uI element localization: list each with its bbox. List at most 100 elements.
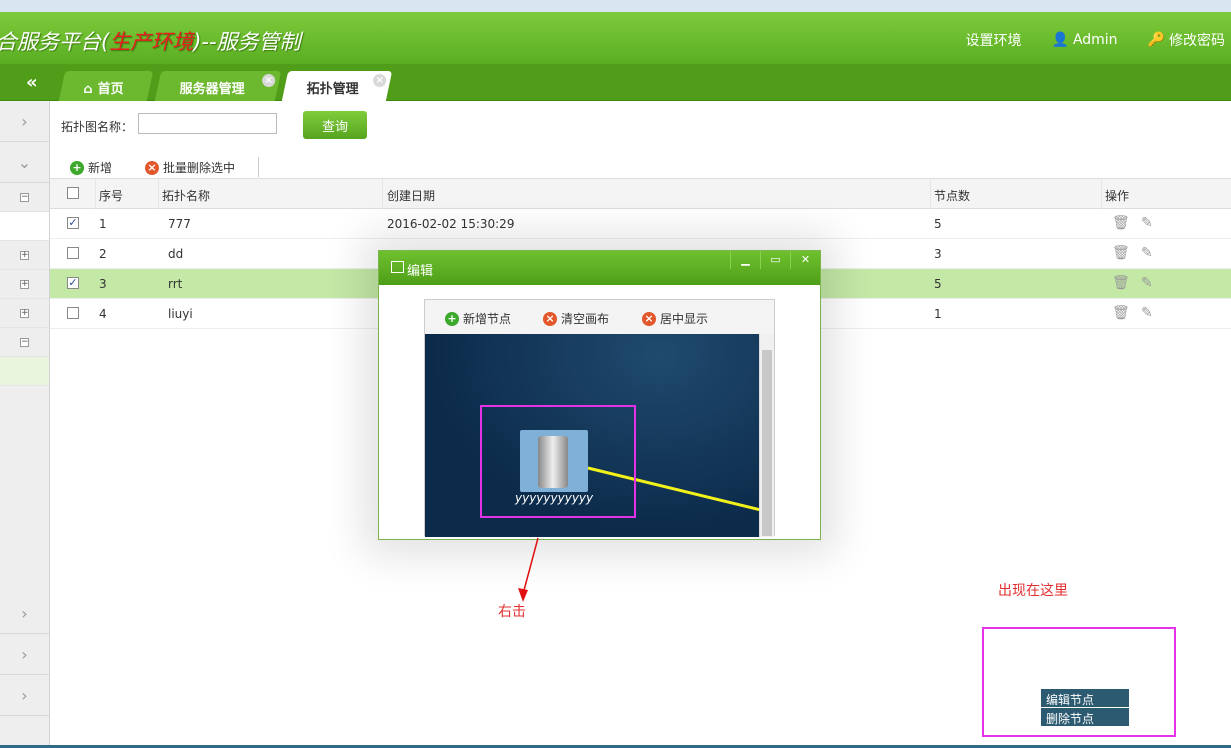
- topology-name-input[interactable]: [138, 113, 277, 134]
- edit-icon[interactable]: ✎: [1141, 246, 1156, 261]
- chevron-right-icon: ›: [21, 111, 28, 131]
- table-icon: [391, 261, 404, 273]
- row-checkbox[interactable]: ✓: [67, 217, 79, 229]
- sidebar-expand-3[interactable]: ›: [0, 634, 49, 675]
- app-header: 合服务平台(生产环境)--服务管制 设置环境 👤 Admin 🔑 修改密码: [0, 12, 1231, 64]
- column-divider: [95, 179, 96, 209]
- cell-name: rrt: [168, 277, 183, 291]
- header-actions: 操作: [1105, 189, 1130, 203]
- chevron-right-icon: ›: [21, 685, 28, 705]
- sidebar-expand-1[interactable]: ›: [0, 101, 49, 142]
- edit-node-menu-item[interactable]: 编辑节点: [1041, 689, 1129, 708]
- row-checkbox[interactable]: ✓: [67, 277, 79, 289]
- add-icon: +: [70, 160, 84, 175]
- chevron-right-icon: ›: [21, 603, 28, 623]
- tree-toggle[interactable]: −: [0, 183, 49, 212]
- editor-toolbar: + 新增节点 × 清空画布 × 居中显示: [425, 300, 774, 334]
- row-checkbox[interactable]: [67, 247, 79, 259]
- trash-icon[interactable]: 🗑: [1112, 276, 1130, 291]
- right-click-note: 右击: [498, 604, 526, 620]
- trash-icon[interactable]: 🗑: [1112, 216, 1130, 231]
- row-checkbox[interactable]: [67, 307, 79, 319]
- cell-name: 777: [168, 217, 191, 231]
- sidebar-collapse[interactable]: ⌄: [0, 142, 49, 183]
- annotation-arrow: [518, 537, 539, 602]
- set-env-link[interactable]: 设置环境: [966, 30, 1022, 50]
- scroll-thumb[interactable]: [762, 350, 772, 536]
- key-icon: 🔑: [1147, 32, 1165, 48]
- header-nodes: 节点数: [934, 189, 971, 203]
- edit-icon[interactable]: ✎: [1141, 276, 1156, 291]
- chevron-down-icon: ⌄: [17, 152, 32, 172]
- tree-item[interactable]: [0, 212, 49, 241]
- delete-icon: ×: [642, 311, 656, 326]
- delete-icon: ×: [543, 311, 557, 326]
- close-icon[interactable]: ×: [373, 74, 387, 87]
- tab-topology-management[interactable]: 拓扑管理 ×: [281, 71, 393, 101]
- close-icon[interactable]: ✕: [790, 251, 820, 269]
- center-display-button[interactable]: × 居中显示: [642, 310, 708, 327]
- tab-home[interactable]: ⌂ 首页: [58, 71, 154, 101]
- collapse-sidebar-icon[interactable]: «: [26, 72, 38, 93]
- dialog-titlebar[interactable]: 编辑 ▁ ▭ ✕: [379, 251, 820, 285]
- edit-icon[interactable]: ✎: [1141, 306, 1156, 321]
- user-icon: 👤: [1051, 32, 1069, 48]
- add-node-button[interactable]: + 新增节点: [445, 310, 511, 327]
- grid-toolbar: + 新增 × 批量删除选中: [50, 153, 1231, 179]
- trash-icon[interactable]: 🗑: [1112, 306, 1130, 321]
- tree-toggle[interactable]: −: [0, 328, 49, 357]
- delete-node-menu-item[interactable]: 删除节点: [1041, 708, 1129, 727]
- context-menu: 编辑节点 删除节点: [1041, 689, 1129, 727]
- add-icon: +: [445, 311, 459, 326]
- cell-no: 3: [99, 277, 107, 291]
- column-divider: [382, 179, 383, 209]
- search-label: 拓扑图名称：: [61, 120, 134, 134]
- change-password-link[interactable]: 🔑 修改密码: [1148, 30, 1225, 50]
- plus-icon: +: [20, 278, 29, 289]
- column-divider: [158, 179, 159, 209]
- user-link[interactable]: 👤 Admin: [1052, 32, 1118, 48]
- edit-icon[interactable]: ✎: [1141, 216, 1156, 231]
- header-name: 拓扑名称: [162, 189, 211, 203]
- cell-nodes: 1: [934, 307, 942, 321]
- trash-icon[interactable]: 🗑: [1112, 246, 1130, 261]
- window-top-strip: [0, 0, 1231, 12]
- query-button[interactable]: 查询: [303, 111, 367, 139]
- close-icon[interactable]: ×: [262, 74, 276, 87]
- table-row[interactable]: ✓ 1 777 2016-02-02 15:30:29 5 🗑 ✎: [50, 209, 1231, 239]
- sidebar: › ⌄ − + + + − › › ›: [0, 101, 50, 748]
- cell-name: dd: [168, 247, 184, 261]
- cell-nodes: 5: [934, 217, 942, 231]
- cell-nodes: 3: [934, 247, 942, 261]
- cell-name: liuyi: [168, 307, 193, 321]
- tab-server-management[interactable]: 服务器管理 ×: [154, 71, 282, 101]
- tree-item-selected[interactable]: [0, 357, 49, 386]
- plus-icon: +: [20, 307, 29, 318]
- clear-canvas-button[interactable]: × 清空画布: [543, 310, 609, 327]
- appears-here-note: 出现在这里: [998, 583, 1068, 599]
- minimize-icon[interactable]: ▁: [730, 251, 760, 269]
- sidebar-expand-2[interactable]: ›: [0, 593, 49, 634]
- select-all-checkbox[interactable]: [67, 187, 79, 199]
- tree-toggle[interactable]: +: [0, 299, 49, 328]
- chevron-right-icon: ›: [21, 644, 28, 664]
- add-button[interactable]: + 新增: [70, 159, 112, 176]
- dialog-title: 编辑: [407, 264, 434, 279]
- home-icon: ⌂: [83, 82, 93, 97]
- tree-toggle[interactable]: +: [0, 241, 49, 270]
- column-divider: [1101, 179, 1102, 209]
- delete-icon: ×: [145, 160, 159, 175]
- maximize-icon[interactable]: ▭: [760, 251, 790, 269]
- cell-no: 4: [99, 307, 107, 321]
- table-header: 序号 拓扑名称 创建日期 节点数 操作: [50, 179, 1231, 209]
- app-title: 合服务平台(生产环境)--服务管制: [0, 30, 301, 54]
- cell-no: 1: [99, 217, 107, 231]
- canvas-scrollbar[interactable]: [759, 334, 774, 537]
- sidebar-expand-4[interactable]: ›: [0, 675, 49, 716]
- tree-toggle[interactable]: +: [0, 270, 49, 299]
- toolbar-divider: [258, 157, 259, 177]
- minus-icon: −: [20, 191, 29, 202]
- batch-delete-button[interactable]: × 批量删除选中: [145, 159, 235, 176]
- env-label: 生产环境: [109, 30, 194, 54]
